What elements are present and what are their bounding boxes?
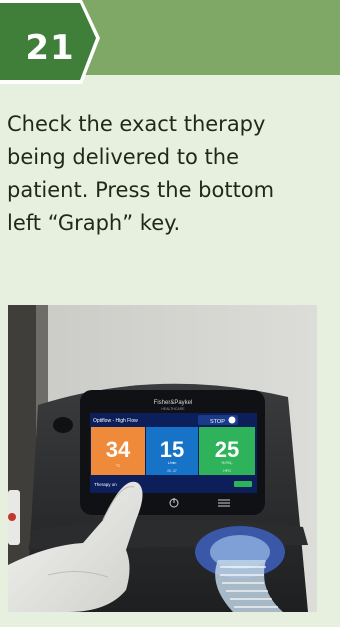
step-number: 21 xyxy=(25,27,75,68)
flow-value: 15 xyxy=(160,437,184,462)
right-margin xyxy=(340,0,350,627)
instruction-line: Check the exact therapy xyxy=(7,112,266,136)
oxygen-value: 25 xyxy=(215,437,239,462)
step-badge: 21 xyxy=(0,0,100,95)
instruction-line: being delivered to the xyxy=(7,145,239,169)
instruction-text: Check the exact therapy being delivered … xyxy=(7,108,327,240)
instruction-line: left “Graph” key. xyxy=(7,211,181,235)
oxygen-unit: % FiO₂ xyxy=(221,461,233,465)
battery-icon xyxy=(234,481,252,487)
mode-label: Optiflow - High Flow xyxy=(93,418,138,424)
brand-sub-text: HEALTHCARE xyxy=(161,407,185,411)
therapy-status: Therapy on xyxy=(94,482,117,487)
stop-label: STOP xyxy=(210,419,225,425)
flow-sub: 20..37 xyxy=(167,469,177,473)
step-card: 21 Check the exact therapy being deliver… xyxy=(0,0,350,627)
oxygen-sub: HFO xyxy=(223,469,231,473)
stop-icon xyxy=(228,416,236,424)
instruction-line: patient. Press the bottom xyxy=(7,178,275,202)
temperature-unit: °C xyxy=(116,463,121,468)
device-photo: Fisher&Paykel HEALTHCARE Optiflow - High… xyxy=(8,305,317,612)
temperature-value: 34 xyxy=(106,437,131,462)
brand-text: Fisher&Paykel xyxy=(154,400,193,406)
flow-unit: L/min xyxy=(168,461,177,465)
